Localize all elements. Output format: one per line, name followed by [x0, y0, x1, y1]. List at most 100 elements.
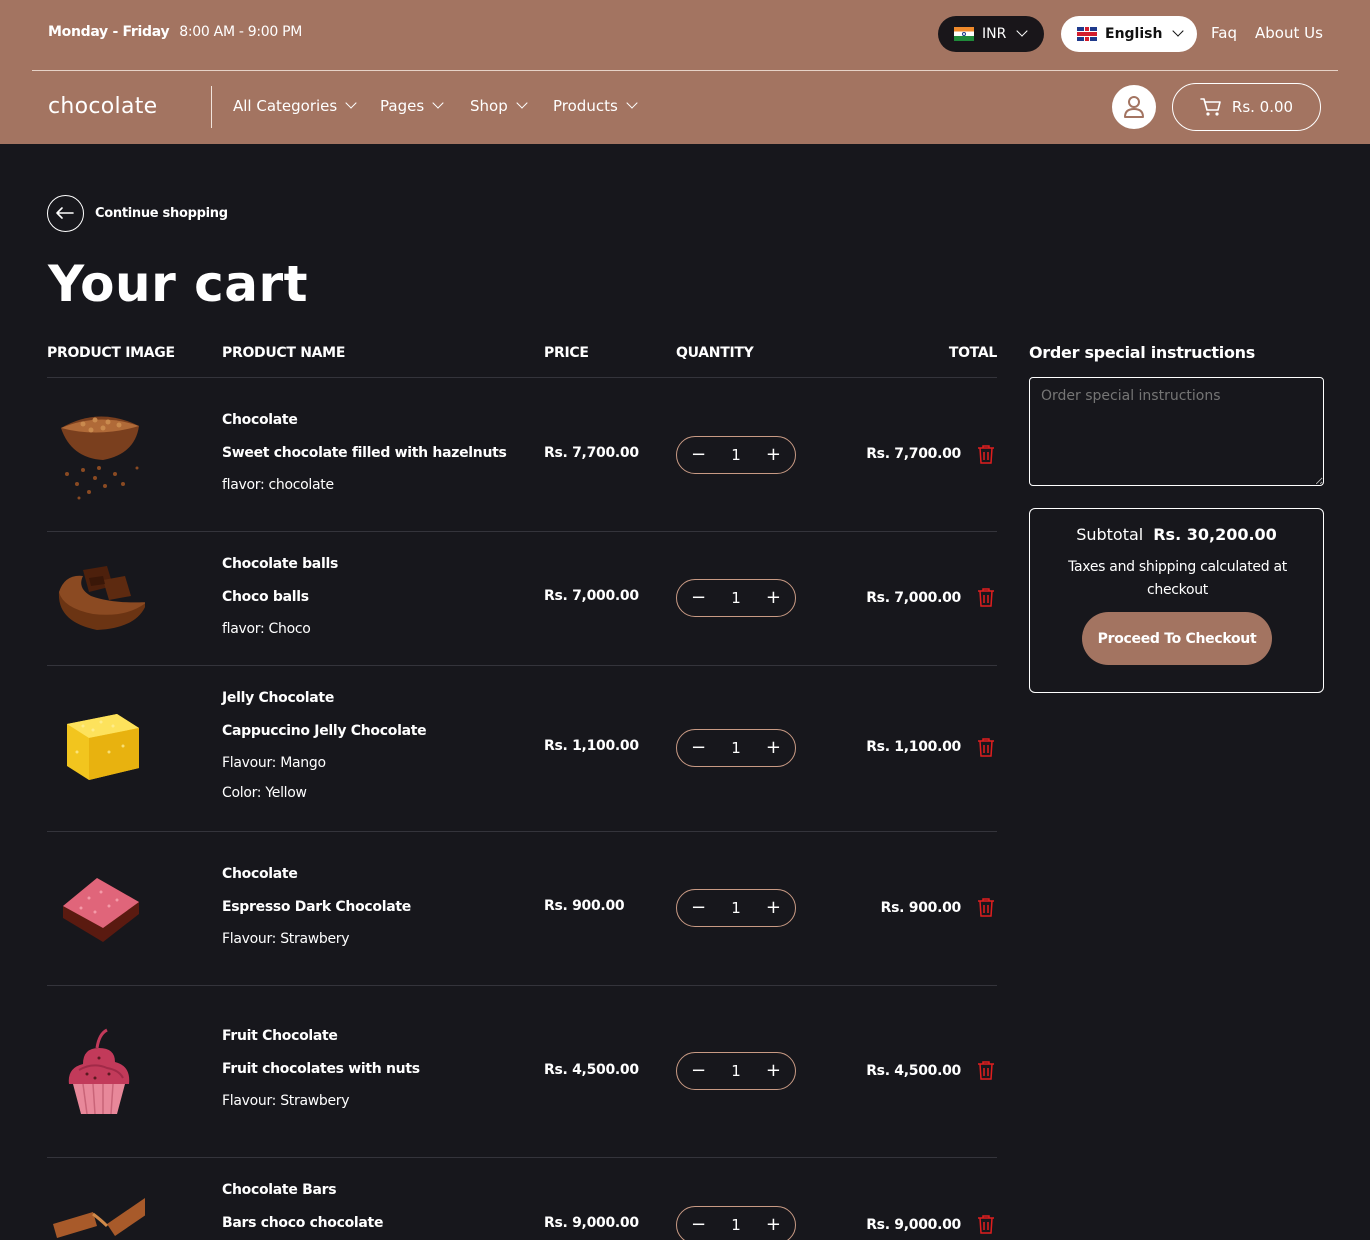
account-button[interactable] — [1112, 85, 1156, 129]
line-total: Rs. 4,500.00 — [866, 1063, 961, 1079]
product-name[interactable]: Jelly Chocolate — [222, 690, 426, 706]
cart-icon — [1200, 98, 1221, 116]
product-info: Fruit Chocolate Fruit chocolates with nu… — [222, 1028, 420, 1109]
trash-icon[interactable] — [977, 1060, 995, 1080]
nav-shop[interactable]: Shop — [470, 97, 528, 115]
product-image — [68, 1028, 130, 1115]
product-subtitle: Bars choco chocolate — [222, 1215, 384, 1231]
product-name[interactable]: Chocolate Bars — [222, 1182, 383, 1198]
col-header-total: TOTAL — [948, 345, 997, 361]
chevron-down-icon — [626, 97, 638, 109]
cart-row: Jelly Chocolate Cappuccino Jelly Chocola… — [47, 666, 997, 831]
quantity-stepper: − 1 + — [676, 579, 796, 617]
quantity-value[interactable]: 1 — [731, 1062, 741, 1080]
opening-hours: Monday - Friday 8:00 AM - 9:00 PM — [48, 24, 302, 40]
chevron-down-icon — [345, 97, 357, 109]
order-summary: Subtotal Rs. 30,200.00 Taxes and shipping… — [1029, 508, 1324, 693]
trash-icon[interactable] — [977, 737, 995, 757]
plus-icon[interactable]: + — [766, 1062, 781, 1080]
continue-shopping-button[interactable] — [47, 195, 84, 232]
col-header-product-name: PRODUCT NAME — [222, 345, 346, 361]
product-image — [67, 714, 139, 780]
header-cart-total: Rs. 0.00 — [1231, 98, 1294, 116]
site-logo[interactable]: chocolate — [48, 94, 158, 119]
nav-all-categories[interactable]: All Categories — [233, 97, 357, 115]
product-subtitle: Espresso Dark Chocolate — [222, 899, 411, 915]
plus-icon[interactable]: + — [766, 739, 781, 757]
minus-icon[interactable]: − — [691, 589, 706, 607]
line-total: Rs. 7,700.00 — [866, 446, 961, 462]
about-us-link[interactable]: About Us — [1255, 24, 1323, 42]
product-info: Chocolate balls Choco balls flavor: Choc… — [222, 556, 338, 637]
header-divider — [32, 70, 1338, 71]
product-name[interactable]: Chocolate — [222, 866, 411, 882]
language-selector[interactable]: English — [1061, 16, 1197, 52]
quantity-stepper: − 1 + — [676, 1052, 796, 1090]
quantity-value[interactable]: 1 — [731, 739, 741, 757]
product-option: Color: Yellow — [222, 785, 307, 801]
trash-icon[interactable] — [977, 587, 995, 607]
currency-label: INR — [982, 26, 1007, 42]
india-flag-icon — [954, 27, 974, 41]
quantity-stepper: − 1 + — [676, 729, 796, 767]
trash-icon[interactable] — [977, 1214, 995, 1234]
product-name[interactable]: Chocolate balls — [222, 556, 338, 572]
product-image — [61, 416, 139, 500]
chevron-down-icon — [1016, 25, 1029, 37]
nav-products[interactable]: Products — [553, 97, 638, 115]
product-price: Rs. 4,500.00 — [544, 1062, 639, 1078]
cart-row: Chocolate Sweet chocolate filled with ha… — [47, 378, 997, 531]
plus-icon[interactable]: + — [766, 589, 781, 607]
trash-icon[interactable] — [977, 444, 995, 464]
quantity-value[interactable]: 1 — [731, 589, 741, 607]
product-info: Chocolate Bars Bars choco chocolate — [222, 1182, 383, 1231]
faq-link[interactable]: Faq — [1211, 24, 1237, 42]
header-cart-button[interactable]: Rs. 0.00 — [1172, 83, 1321, 131]
product-subtitle: Sweet chocolate filled with hazelnuts — [222, 445, 507, 461]
top-bar: Monday - Friday 8:00 AM - 9:00 PM INR Eng… — [0, 0, 1370, 70]
quantity-value[interactable]: 1 — [731, 1216, 741, 1234]
subtotal-value: Rs. 30,200.00 — [1153, 525, 1277, 544]
product-option: flavor: chocolate — [222, 477, 334, 493]
product-name[interactable]: Chocolate — [222, 412, 507, 428]
line-total: Rs. 1,100.00 — [866, 739, 961, 755]
proceed-to-checkout-button[interactable]: Proceed To Checkout — [1082, 612, 1272, 665]
order-instructions-field[interactable] — [1029, 377, 1324, 486]
product-info: Jelly Chocolate Cappuccino Jelly Chocola… — [222, 690, 427, 801]
nav-label: All Categories — [233, 97, 338, 115]
nav-label: Products — [553, 97, 618, 115]
line-total: Rs. 9,000.00 — [866, 1217, 961, 1233]
opening-time: 8:00 AM - 9:00 PM — [179, 24, 303, 40]
subtotal-label: Subtotal — [1076, 525, 1144, 544]
product-price: Rs. 900.00 — [544, 898, 625, 914]
page-title: Your cart — [48, 255, 309, 313]
minus-icon[interactable]: − — [691, 1216, 706, 1234]
opening-days: Monday - Friday — [48, 24, 170, 40]
chevron-down-icon — [432, 97, 444, 109]
minus-icon[interactable]: − — [691, 899, 706, 917]
quantity-value[interactable]: 1 — [731, 899, 741, 917]
currency-selector[interactable]: INR — [938, 16, 1044, 52]
product-image — [63, 878, 139, 942]
col-header-product-image: PRODUCT IMAGE — [47, 345, 175, 361]
cart-row: Chocolate Bars Bars choco chocolate Rs. … — [47, 1158, 997, 1240]
plus-icon[interactable]: + — [766, 899, 781, 917]
quantity-value[interactable]: 1 — [731, 446, 741, 464]
minus-icon[interactable]: − — [691, 1062, 706, 1080]
nav-pages[interactable]: Pages — [380, 97, 444, 115]
continue-shopping-link[interactable]: Continue shopping — [95, 206, 228, 221]
product-option: flavor: Choco — [222, 621, 311, 637]
quantity-stepper: − 1 + — [676, 436, 796, 474]
uk-flag-icon — [1077, 27, 1097, 41]
nav-label: Shop — [470, 97, 508, 115]
product-name[interactable]: Fruit Chocolate — [222, 1028, 420, 1044]
minus-icon[interactable]: − — [691, 739, 706, 757]
chevron-down-icon — [1172, 25, 1185, 37]
plus-icon[interactable]: + — [766, 1216, 781, 1234]
product-price: Rs. 1,100.00 — [544, 738, 639, 754]
plus-icon[interactable]: + — [766, 446, 781, 464]
minus-icon[interactable]: − — [691, 446, 706, 464]
col-header-price: PRICE — [544, 345, 589, 361]
nav-label: Pages — [380, 97, 425, 115]
trash-icon[interactable] — [977, 897, 995, 917]
